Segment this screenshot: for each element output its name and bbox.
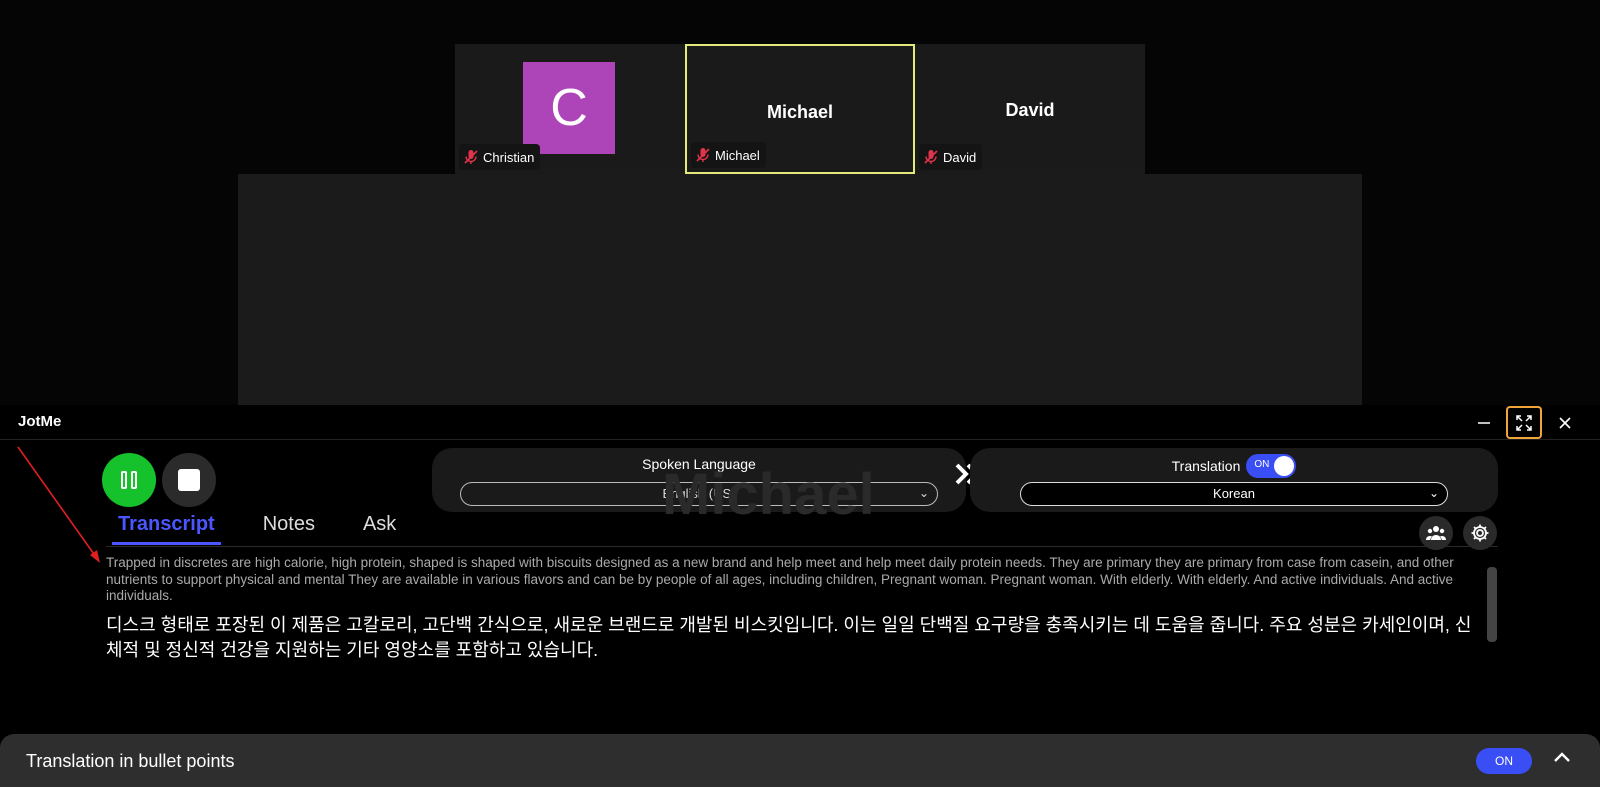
translation-panel: Translation ON Korean ⌄ <box>970 448 1498 512</box>
people-icon <box>1426 526 1446 540</box>
app-title: JotMe <box>18 413 62 430</box>
participant-tile-david[interactable]: David David <box>915 44 1145 174</box>
minimize-icon <box>1478 421 1490 424</box>
participant-name-chip: Christian <box>459 144 541 170</box>
mic-off-icon <box>924 150 938 164</box>
transcript-scrollbar[interactable] <box>1487 567 1497 642</box>
minimize-button[interactable] <box>1466 407 1502 438</box>
mic-off-icon <box>464 150 478 164</box>
stop-button[interactable] <box>162 453 216 507</box>
gear-icon <box>1471 524 1489 542</box>
spoken-language-value: English (US) <box>662 486 736 501</box>
title-bar: JotMe <box>0 405 1600 440</box>
spoken-language-label: Spoken Language <box>642 456 756 472</box>
participant-name-chip: Michael <box>691 142 766 168</box>
tab-ask[interactable]: Ask <box>357 513 402 542</box>
participant-name-chip: David <box>919 144 983 170</box>
expand-button[interactable] <box>1506 406 1542 439</box>
bullet-translation-label: Translation in bullet points <box>26 751 235 771</box>
meeting-view: C Christian Michael Michael David David <box>0 0 1600 405</box>
participant-name: Christian <box>483 149 535 165</box>
participant-name: David <box>943 149 977 165</box>
bullet-translation-bar: Translation in bullet points ON <box>0 734 1600 787</box>
toggle-knob <box>1274 456 1295 476</box>
translation-language-value: Korean <box>1213 486 1255 501</box>
settings-button[interactable] <box>1463 516 1497 550</box>
avatar: C <box>523 62 615 154</box>
tab-transcript[interactable]: Transcript <box>112 513 221 545</box>
participant-display-name: Michael <box>766 102 834 122</box>
chevron-down-icon: ⌄ <box>1428 486 1439 500</box>
participant-name: Michael <box>715 147 760 163</box>
chevron-up-icon[interactable] <box>1550 746 1574 770</box>
divider <box>106 546 1498 547</box>
toggle-label: ON <box>1254 459 1270 470</box>
tab-notes[interactable]: Notes <box>257 513 321 542</box>
pause-button[interactable] <box>102 453 156 507</box>
participant-tile-michael[interactable]: Michael Michael <box>685 44 915 174</box>
translation-header: Translation ON <box>970 454 1498 478</box>
transcript-area: Trapped in discretes are high calorie, h… <box>106 555 1476 663</box>
participants-button[interactable] <box>1419 516 1453 550</box>
spoken-language-select[interactable]: English (US) ⌄ <box>460 482 938 506</box>
expand-icon <box>1516 414 1532 431</box>
mic-off-icon <box>696 148 710 162</box>
close-icon <box>1559 416 1571 429</box>
transcript-source-text: Trapped in discretes are high calorie, h… <box>106 555 1454 603</box>
pause-icon <box>121 471 137 489</box>
bullet-translation-toggle[interactable]: ON <box>1476 748 1532 774</box>
spoken-language-panel: Spoken Language English (US) ⌄ <box>432 448 966 512</box>
jotme-panel: JotMe Spoken Language English (US) ⌄ Mic… <box>0 405 1600 787</box>
chevron-down-icon: ⌄ <box>918 486 929 500</box>
participant-tile-christian[interactable]: C Christian <box>455 44 685 174</box>
translation-label: Translation <box>1171 458 1241 474</box>
annotation-arrow <box>17 446 100 563</box>
close-button[interactable] <box>1547 407 1583 438</box>
translation-toggle[interactable]: ON <box>1246 454 1297 478</box>
translation-language-select[interactable]: Korean ⌄ <box>1020 482 1448 506</box>
shared-stage <box>238 174 1362 405</box>
transcript-translation-text: 디스크 형태로 포장된 이 제품은 고칼로리, 고단백 간식으로, 새로운 브랜… <box>106 614 1472 660</box>
participant-display-name: David <box>1005 100 1055 120</box>
tab-bar: Transcript Notes Ask <box>112 513 402 545</box>
stop-icon <box>178 469 200 491</box>
